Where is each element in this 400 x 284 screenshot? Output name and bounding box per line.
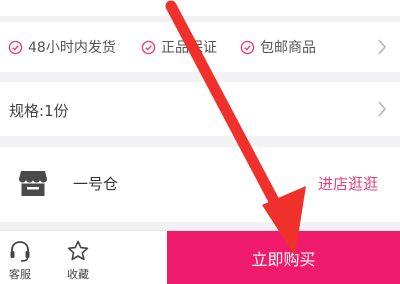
store-name: 一号仓 bbox=[73, 175, 119, 193]
check-circle-icon bbox=[8, 40, 23, 54]
spec-label: 规格:1份 bbox=[9, 102, 69, 120]
service-item-free-shipping: 包邮商品 bbox=[240, 37, 316, 57]
customer-service-label: 客服 bbox=[9, 268, 31, 281]
headset-icon bbox=[10, 241, 30, 262]
service-item-48h-shipping: 48小时内发货 bbox=[8, 37, 116, 57]
service-guarantees-row[interactable]: 48小时内发货 正品保证 包邮商品 bbox=[0, 22, 400, 72]
service-label: 48小时内发货 bbox=[28, 40, 116, 56]
store-row: 一号仓 进店逛逛 bbox=[0, 147, 400, 222]
bottom-action-bar: 客服 收藏 立即购买 bbox=[0, 230, 400, 284]
check-circle-icon bbox=[141, 40, 156, 54]
check-circle-icon bbox=[240, 40, 255, 54]
service-label: 包邮商品 bbox=[260, 40, 316, 56]
customer-service-button[interactable]: 客服 bbox=[0, 231, 40, 284]
visit-store-link[interactable]: 进店逛逛 bbox=[318, 173, 378, 194]
buy-now-label: 立即购买 bbox=[251, 250, 316, 269]
favorite-label: 收藏 bbox=[67, 268, 89, 281]
service-item-authentic: 正品保证 bbox=[141, 37, 217, 57]
spec-selector-row[interactable]: 规格:1份 bbox=[0, 82, 400, 136]
star-icon bbox=[67, 240, 89, 261]
buy-now-button[interactable]: 立即购买 bbox=[167, 231, 400, 284]
product-card-bottom bbox=[0, 0, 400, 16]
favorite-button[interactable]: 收藏 bbox=[58, 231, 98, 284]
chevron-right-icon bbox=[378, 101, 387, 117]
store-icon bbox=[19, 171, 47, 196]
service-label: 正品保证 bbox=[161, 40, 217, 56]
chevron-right-icon bbox=[378, 39, 387, 55]
